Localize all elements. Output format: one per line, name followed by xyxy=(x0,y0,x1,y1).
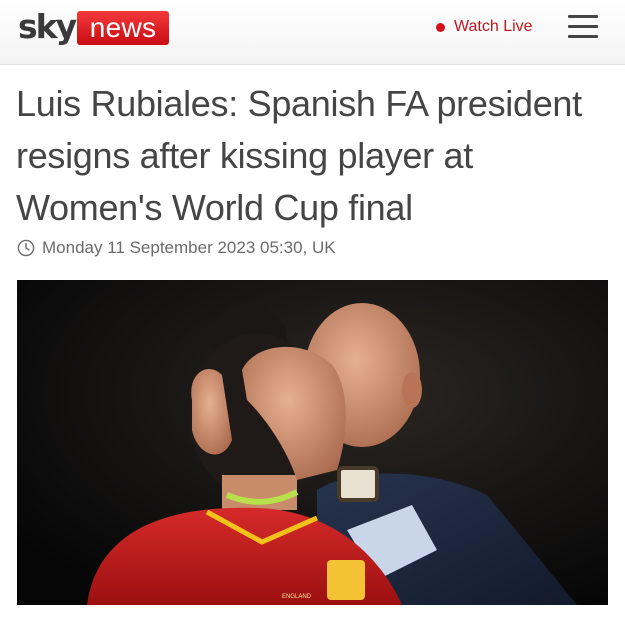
article-headline: Luis Rubiales: Spanish FA president resi… xyxy=(16,83,582,228)
menu-line xyxy=(568,35,598,38)
menu-line xyxy=(568,15,598,18)
article-date: Monday 11 September 2023 05:30, UK xyxy=(42,238,336,257)
watch-live-link[interactable]: Watch Live xyxy=(436,16,533,38)
svg-text:ENGLAND: ENGLAND xyxy=(282,594,312,600)
site-header: sky news Watch Live xyxy=(0,0,625,65)
watch-live-label: Watch Live xyxy=(454,18,533,35)
logo-news-badge: news xyxy=(77,11,169,45)
clock-icon xyxy=(17,239,35,257)
hero-image-illustration: ENGLAND xyxy=(17,280,608,605)
logo-sky-text: sky xyxy=(18,7,77,46)
menu-line xyxy=(568,25,598,28)
article-hero-image[interactable]: ENGLAND xyxy=(17,280,608,605)
article-dateline: Monday 11 September 2023 05:30, UK xyxy=(17,238,336,258)
hamburger-menu-icon[interactable] xyxy=(568,15,598,39)
live-dot-icon xyxy=(436,22,445,32)
